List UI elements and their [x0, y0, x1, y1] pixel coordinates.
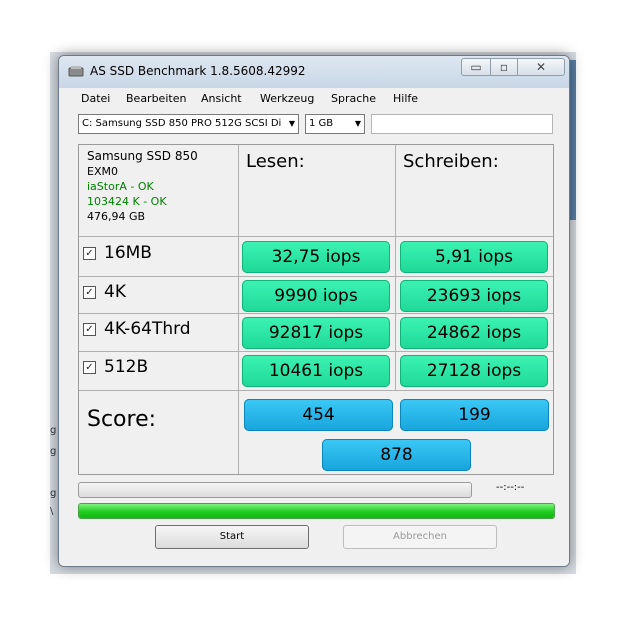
start-button[interactable]: Start [155, 525, 309, 549]
menu-datei[interactable]: Datei [81, 92, 110, 105]
close-button[interactable]: ✕ [517, 58, 565, 76]
result-read-4k-64thrd: 92817 iops [242, 317, 390, 349]
menu-bar: Datei Bearbeiten Ansicht Werkzeug Sprach… [59, 88, 569, 110]
background-fragment: g [50, 488, 57, 499]
score-write: 199 [400, 399, 549, 431]
test-size-value: 1 GB [309, 118, 334, 129]
grid-line [79, 276, 553, 277]
grid-line [79, 313, 553, 314]
drive-firmware: EXM0 [87, 165, 118, 178]
result-read-16mb: 32,75 iops [242, 241, 390, 273]
overall-progress-fill [79, 504, 554, 518]
test-size-select[interactable]: 1 GB ▼ [305, 114, 365, 134]
test-name: 4K [104, 282, 126, 302]
app-window: AS SSD Benchmark 1.8.5608.42992 ▭ ▫ ✕ Da… [58, 55, 570, 567]
driver-status: iaStorA - OK [87, 180, 154, 193]
menu-hilfe[interactable]: Hilfe [393, 92, 418, 105]
window-title: AS SSD Benchmark 1.8.5608.42992 [90, 64, 306, 78]
checkbox-checked-icon[interactable]: ✓ [83, 285, 96, 299]
row-label-4k-64thrd[interactable]: ✓ 4K-64Thrd [83, 319, 191, 339]
checkbox-checked-icon[interactable]: ✓ [83, 360, 96, 374]
results-grid: Samsung SSD 850 EXM0 iaStorA - OK 103424… [78, 144, 554, 475]
grid-line [79, 390, 553, 391]
grid-line [238, 145, 239, 474]
result-write-4k: 23693 iops [400, 280, 548, 312]
menu-bearbeiten[interactable]: Bearbeiten [126, 92, 186, 105]
menu-werkzeug[interactable]: Werkzeug [260, 92, 314, 105]
alignment-status: 103424 K - OK [87, 195, 167, 208]
maximize-button[interactable]: ▫ [490, 58, 518, 76]
grid-line [79, 236, 553, 237]
test-name: 4K-64Thrd [104, 319, 191, 339]
drive-capacity: 476,94 GB [87, 210, 146, 223]
result-write-4k-64thrd: 24862 iops [400, 317, 548, 349]
grid-line [395, 145, 396, 390]
checkbox-checked-icon[interactable]: ✓ [83, 322, 96, 336]
menu-ansicht[interactable]: Ansicht [201, 92, 242, 105]
app-drive-icon [68, 66, 84, 77]
dropdown-arrow-icon: ▼ [354, 119, 361, 128]
elapsed-time: --:--:-- [496, 482, 525, 493]
menu-sprache[interactable]: Sprache [331, 92, 376, 105]
write-column-header: Schreiben: [403, 151, 499, 172]
main-content: C: Samsung SSD 850 PRO 512G SCSI Di ▼ 1 … [59, 110, 569, 566]
extra-input[interactable] [371, 114, 553, 134]
result-read-4k: 9990 iops [242, 280, 390, 312]
background-fragment: \ [50, 506, 54, 517]
test-name: 16MB [104, 243, 152, 263]
overall-progress-bar [78, 503, 555, 519]
test-name: 512B [104, 357, 149, 377]
row-label-512b[interactable]: ✓ 512B [83, 357, 148, 377]
row-label-4k[interactable]: ✓ 4K [83, 282, 126, 302]
read-column-header: Lesen: [246, 151, 305, 172]
grid-line [79, 351, 553, 352]
dropdown-arrow-icon: ▼ [288, 119, 295, 128]
drive-select[interactable]: C: Samsung SSD 850 PRO 512G SCSI Di ▼ [78, 114, 299, 134]
background-fragment: g [50, 425, 57, 436]
minimize-button[interactable]: ▭ [461, 58, 491, 76]
drive-info: Samsung SSD 850 EXM0 iaStorA - OK 103424… [87, 149, 198, 224]
checkbox-checked-icon[interactable]: ✓ [83, 246, 96, 260]
background-fragment: g [50, 446, 57, 457]
drive-model: Samsung SSD 850 [87, 149, 198, 163]
drive-select-value: C: Samsung SSD 850 PRO 512G SCSI Di [82, 118, 282, 129]
result-write-16mb: 5,91 iops [400, 241, 548, 273]
result-read-512b: 10461 iops [242, 355, 390, 387]
score-total: 878 [322, 439, 471, 471]
row-label-16mb[interactable]: ✓ 16MB [83, 243, 152, 263]
result-write-512b: 27128 iops [400, 355, 548, 387]
score-label: Score: [87, 407, 157, 432]
test-progress-bar [78, 482, 472, 498]
cancel-button[interactable]: Abbrechen [343, 525, 497, 549]
title-bar[interactable]: AS SSD Benchmark 1.8.5608.42992 ▭ ▫ ✕ [59, 56, 569, 88]
score-read: 454 [244, 399, 393, 431]
